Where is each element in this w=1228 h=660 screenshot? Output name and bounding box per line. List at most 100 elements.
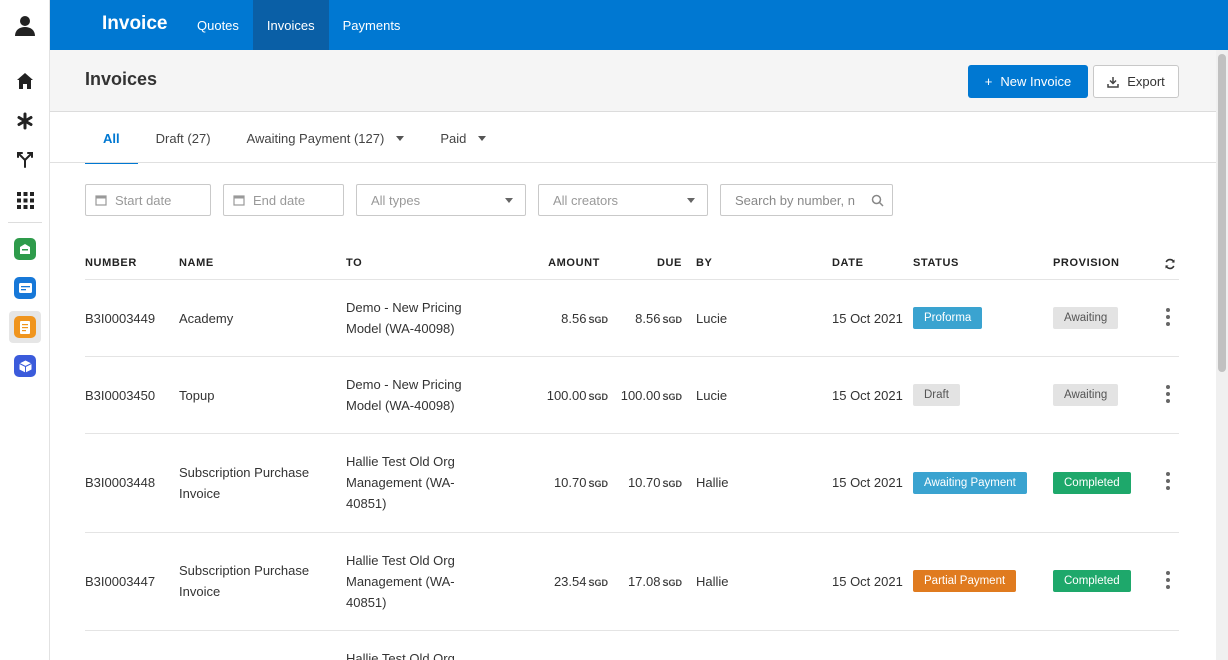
invoice-number[interactable]: B3I0003450 <box>85 385 155 406</box>
row-menu-icon[interactable] <box>1162 307 1174 327</box>
invoice-by: Lucie <box>696 388 728 403</box>
top-bar: Invoice Quotes Invoices Payments <box>50 0 1228 50</box>
invoice-by: Lucie <box>696 311 728 326</box>
asterisk-icon[interactable] <box>9 105 41 137</box>
branch-icon[interactable] <box>9 144 41 176</box>
provision-badge: Completed <box>1053 472 1131 494</box>
scrollbar-thumb[interactable] <box>1218 54 1226 372</box>
status-badge: Draft <box>913 384 960 406</box>
start-date-placeholder: Start date <box>115 192 172 208</box>
types-select-value: All types <box>371 192 421 208</box>
invoice-number[interactable]: B3I0003447 <box>85 571 155 592</box>
invoice-name: Subscription Purchase Invoice <box>179 563 310 599</box>
nav-payments[interactable]: Payments <box>329 0 415 50</box>
col-provision[interactable]: PROVISION <box>1053 257 1120 269</box>
provision-badge: Awaiting <box>1053 384 1119 406</box>
invoice-name: Subscription Purchase Invoice <box>179 465 310 501</box>
col-to[interactable]: TO <box>346 257 362 269</box>
export-label: Export <box>1127 74 1165 89</box>
invoice-by: Hallie <box>696 574 729 589</box>
invoice-to: Hallie Test Old Org <box>346 651 455 660</box>
chevron-down-icon <box>505 198 513 203</box>
top-nav: Quotes Invoices Payments <box>183 0 414 50</box>
new-invoice-button[interactable]: + New Invoice <box>968 65 1088 98</box>
start-date-field[interactable]: Start date <box>85 184 211 216</box>
header-divider <box>85 279 1179 280</box>
download-icon <box>1107 76 1119 88</box>
creators-select-value: All creators <box>553 192 619 208</box>
provision-badge: Awaiting <box>1053 307 1119 329</box>
end-date-field[interactable]: End date <box>223 184 344 216</box>
invoice-number[interactable]: B3I0003449 <box>85 308 155 329</box>
invoice-by: Hallie <box>696 475 729 490</box>
row-divider <box>85 630 1179 631</box>
nav-quotes[interactable]: Quotes <box>183 0 253 50</box>
chevron-down-icon <box>396 135 405 141</box>
plus-icon: + <box>984 74 993 89</box>
user-avatar-icon[interactable] <box>9 9 41 41</box>
row-menu-icon[interactable] <box>1162 471 1174 491</box>
col-due[interactable]: DUE <box>640 257 682 269</box>
tab-paid[interactable]: Paid <box>440 113 487 163</box>
tab-all[interactable]: All <box>85 113 138 164</box>
invoice-amount: 100.00 SGD <box>546 388 608 403</box>
invoice-number[interactable]: B3I0003448 <box>85 472 155 493</box>
invoice-app-icon[interactable] <box>9 311 41 343</box>
invoice-name: Academy <box>179 311 234 326</box>
invoice-due: 17.08 SGD <box>627 574 682 589</box>
nav-invoices[interactable]: Invoices <box>252 0 329 50</box>
end-date-placeholder: End date <box>253 192 306 208</box>
left-rail <box>0 0 50 660</box>
invoice-amount: 23.54 SGD <box>553 574 608 589</box>
new-invoice-label: New Invoice <box>1000 74 1072 89</box>
types-select[interactable]: All types <box>356 184 526 216</box>
invoice-to: Demo - New Pricing Model (WA-40098) <box>346 377 462 413</box>
page-header: Invoices + New Invoice Export <box>50 50 1216 112</box>
invoice-date: 15 Oct 2021 <box>832 388 903 403</box>
invoice-due: 10.70 SGD <box>627 475 682 490</box>
ticket-app-icon[interactable] <box>9 272 41 304</box>
invoice-name: Topup <box>179 388 215 403</box>
chevron-down-icon <box>478 135 487 141</box>
row-menu-icon[interactable] <box>1162 570 1174 590</box>
tab-awaiting-payment[interactable]: Awaiting Payment (127) <box>247 113 405 163</box>
col-name[interactable]: NAME <box>179 257 214 269</box>
status-badge: Proforma <box>913 307 983 329</box>
invoice-to: Demo - New Pricing Model (WA-40098) <box>346 300 462 336</box>
app-brand[interactable]: Invoice <box>102 13 167 35</box>
inbox-app-icon[interactable] <box>9 233 41 265</box>
refresh-icon[interactable] <box>1164 258 1176 270</box>
invoice-to: Hallie Test Old Org Management (WA- 40851) <box>346 553 455 610</box>
invoice-amount: 8.56 SGD <box>561 311 608 326</box>
col-number[interactable]: NUMBER <box>85 257 137 269</box>
search-box <box>720 184 893 216</box>
status-badge: Awaiting Payment <box>913 472 1027 494</box>
row-divider <box>85 532 1179 533</box>
col-amount[interactable]: AMOUNT <box>540 257 600 269</box>
col-by[interactable]: BY <box>696 257 712 269</box>
invoice-due: 8.56 SGD <box>635 311 682 326</box>
col-date[interactable]: DATE <box>832 257 864 269</box>
home-icon[interactable] <box>9 65 41 97</box>
apps-grid-icon[interactable] <box>9 184 41 216</box>
status-badge: Partial Payment <box>913 570 1017 592</box>
row-divider <box>85 433 1179 434</box>
package-app-icon[interactable] <box>9 350 41 382</box>
scrollbar[interactable] <box>1216 50 1228 660</box>
export-button[interactable]: Export <box>1093 65 1179 98</box>
tab-draft[interactable]: Draft (27) <box>156 113 211 163</box>
creators-select[interactable]: All creators <box>538 184 708 216</box>
invoice-amount: 10.70 SGD <box>553 475 608 490</box>
status-tabs: All Draft (27) Awaiting Payment (127) Pa… <box>85 113 522 164</box>
tabs-divider <box>50 162 1216 163</box>
chevron-down-icon <box>687 198 695 203</box>
invoice-date: 15 Oct 2021 <box>832 574 903 589</box>
invoice-date: 15 Oct 2021 <box>832 475 903 490</box>
search-input[interactable] <box>735 192 863 208</box>
search-icon[interactable] <box>871 194 884 207</box>
provision-badge: Completed <box>1053 570 1131 592</box>
row-menu-icon[interactable] <box>1162 384 1174 404</box>
invoice-date: 15 Oct 2021 <box>832 311 903 326</box>
rail-divider <box>8 222 42 223</box>
col-status[interactable]: STATUS <box>913 257 959 269</box>
